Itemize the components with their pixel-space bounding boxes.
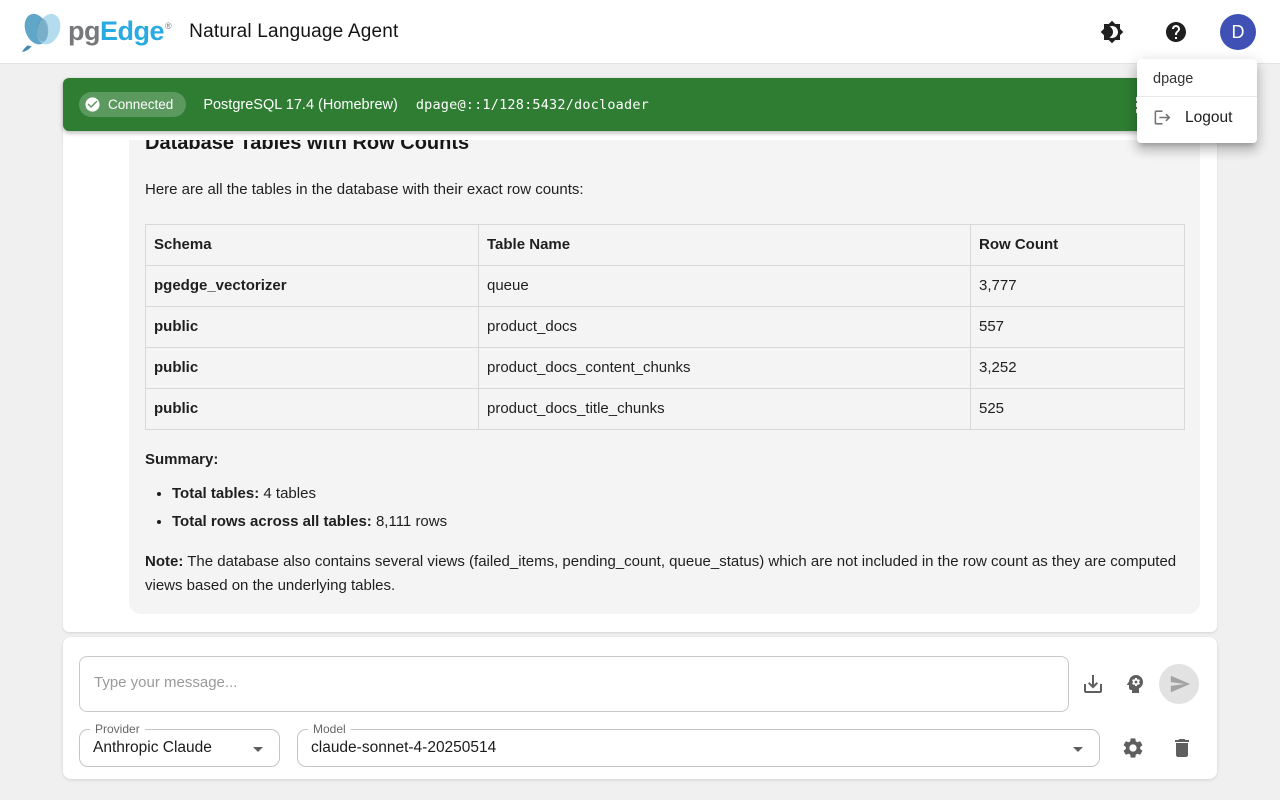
user-menu-username: dpage (1137, 65, 1257, 96)
brand-pg: pg (68, 16, 100, 47)
model-select-label: Model (308, 722, 351, 736)
message-scroll-area[interactable]: Database Tables with Row Counts Here are… (63, 140, 1217, 631)
summary-item-label: Total tables: (172, 485, 259, 502)
page-title: Natural Language Agent (189, 21, 398, 43)
model-select-value: claude-sonnet-4-20250514 (311, 739, 496, 757)
provider-select-label: Provider (90, 722, 145, 736)
pgedge-logo: pgEdge® (20, 11, 171, 53)
connection-status-label: Connected (108, 97, 173, 112)
cell-table-name: product_docs_title_chunks (479, 389, 971, 430)
cell-schema: public (146, 348, 479, 389)
cell-row-count: 557 (971, 307, 1185, 348)
message-input[interactable] (79, 656, 1069, 712)
logout-icon (1153, 108, 1172, 127)
chat-panel: Connected PostgreSQL 17.4 (Homebrew) dpa… (63, 78, 1217, 632)
logout-label: Logout (1185, 109, 1232, 127)
provider-select-value: Anthropic Claude (93, 739, 212, 757)
download-icon (1081, 672, 1105, 696)
connection-dsn: dpage@::1/128:5432/docloader (416, 97, 649, 113)
help-icon (1164, 20, 1188, 44)
user-menu: dpage Logout (1137, 59, 1257, 143)
note-text: The database also contains several views… (145, 553, 1176, 594)
cell-row-count: 3,777 (971, 266, 1185, 307)
message-intro: Here are all the tables in the database … (145, 178, 1184, 202)
cell-schema: public (146, 389, 479, 430)
connection-status-badge: Connected (79, 92, 186, 117)
send-button[interactable] (1159, 664, 1199, 704)
user-avatar[interactable]: D (1220, 14, 1256, 50)
cell-table-name: queue (479, 266, 971, 307)
brand-registered-mark: ® (165, 21, 171, 31)
table-row: pgedge_vectorizer queue 3,777 (146, 266, 1185, 307)
pgedge-wordmark: pgEdge® (68, 16, 171, 47)
logout-menu-item[interactable]: Logout (1137, 97, 1257, 137)
gear-icon (1121, 736, 1145, 760)
results-table: Schema Table Name Row Count pgedge_vecto… (145, 224, 1185, 430)
brightness-icon (1100, 20, 1124, 44)
cell-schema: pgedge_vectorizer (146, 266, 479, 307)
message-heading: Database Tables with Row Counts (145, 140, 1184, 156)
brand-edge: Edge (100, 16, 164, 47)
table-header-row: Schema Table Name Row Count (146, 225, 1185, 266)
check-circle-icon (84, 96, 101, 113)
cell-row-count: 525 (971, 389, 1185, 430)
cell-row-count: 3,252 (971, 348, 1185, 389)
summary-item: Total tables: 4 tables (172, 480, 1184, 508)
send-icon (1169, 673, 1191, 695)
summary-item-label: Total rows across all tables: (172, 513, 372, 530)
summary-heading: Summary: (145, 448, 1184, 472)
cell-schema: public (146, 307, 479, 348)
settings-button[interactable] (1113, 728, 1153, 768)
connection-bar: Connected PostgreSQL 17.4 (Homebrew) dpa… (63, 78, 1217, 131)
column-header-row-count: Row Count (971, 225, 1185, 266)
model-select[interactable]: Model claude-sonnet-4-20250514 (297, 729, 1100, 767)
server-version-label: PostgreSQL 17.4 (Homebrew) (203, 97, 398, 113)
clear-chat-button[interactable] (1162, 728, 1202, 768)
column-header-table-name: Table Name (479, 225, 971, 266)
column-header-schema: Schema (146, 225, 479, 266)
download-chat-button[interactable] (1073, 664, 1113, 704)
cell-table-name: product_docs_content_chunks (479, 348, 971, 389)
thinking-mode-button[interactable] (1115, 664, 1155, 704)
pgedge-heart-icon (20, 11, 66, 53)
help-button[interactable] (1156, 12, 1196, 52)
summary-item: Total rows across all tables: 8,111 rows (172, 508, 1184, 536)
table-row: public product_docs 557 (146, 307, 1185, 348)
assistant-message-bubble: Database Tables with Row Counts Here are… (129, 140, 1200, 614)
chevron-down-icon (246, 737, 270, 761)
note-paragraph: Note: The database also contains several… (145, 550, 1184, 598)
provider-select[interactable]: Provider Anthropic Claude (79, 729, 280, 767)
summary-list: Total tables: 4 tables Total rows across… (172, 480, 1184, 536)
header-actions: D (1092, 0, 1256, 64)
trash-icon (1170, 736, 1194, 760)
chevron-down-icon (1066, 737, 1090, 761)
note-label: Note: (145, 553, 183, 570)
cell-table-name: product_docs (479, 307, 971, 348)
composer-panel: Provider Anthropic Claude Model claude-s… (63, 637, 1217, 779)
table-row: public product_docs_title_chunks 525 (146, 389, 1185, 430)
app-header: pgEdge® Natural Language Agent D (0, 0, 1280, 64)
theme-toggle-button[interactable] (1092, 12, 1132, 52)
psychology-icon (1123, 672, 1147, 696)
table-row: public product_docs_content_chunks 3,252 (146, 348, 1185, 389)
summary-item-value: 4 tables (259, 485, 316, 502)
summary-item-value: 8,111 rows (372, 513, 447, 530)
